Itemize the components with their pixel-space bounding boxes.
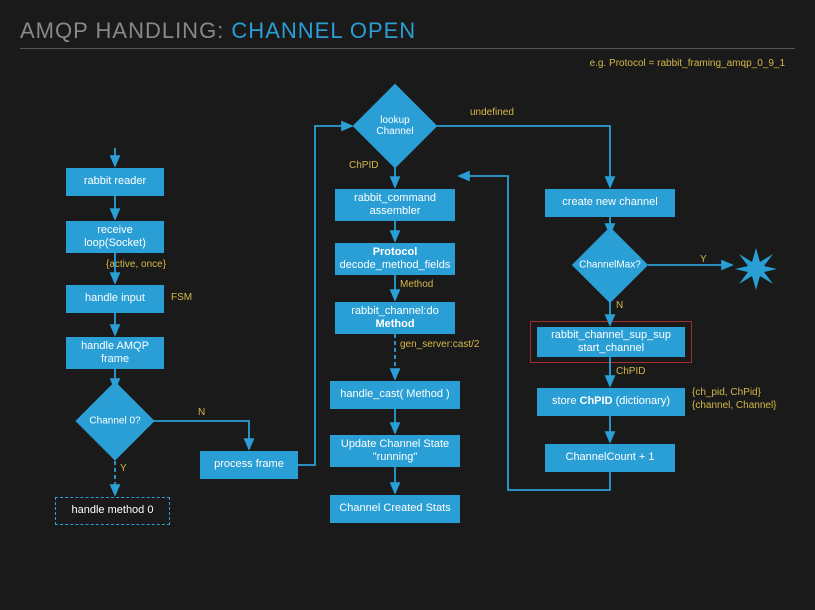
protocol-note: e.g. Protocol = rabbit_framing_amqp_0_9_… [590, 58, 785, 69]
label-method: Method [400, 279, 433, 290]
label-dict-note: {ch_pid, ChPid}{channel, Channel} [692, 386, 777, 412]
node-handle-amqp: handle AMQP frame [66, 337, 164, 369]
node-sup-sup: rabbit_channel_sup_sup start_channel [537, 327, 685, 357]
label-n-col3: N [616, 300, 623, 311]
channel0-label: Channel 0? [89, 416, 140, 427]
starburst-icon [735, 248, 777, 295]
lookup-channel-label: lookup Channel [365, 115, 425, 137]
page-title: AMQP HANDLING: CHANNEL OPEN [20, 18, 416, 44]
node-rabbit-channel-do: rabbit_channel:doMethod [335, 302, 455, 334]
label-chpid-col2: ChPID [349, 160, 378, 171]
node-handle-input: handle input [66, 285, 164, 313]
label-fsm: FSM [171, 292, 192, 303]
node-channel-count: ChannelCount + 1 [545, 444, 675, 472]
node-update-state: Update Channel State "running" [330, 435, 460, 467]
node-store-chpid: store ChPID (dictionary) [537, 388, 685, 416]
label-active-once: {active, once} [106, 259, 166, 270]
flowchart-canvas: rabbit reader receive loop(Socket) {acti… [0, 70, 815, 610]
node-protocol-decode: Protocoldecode_method_fields [335, 243, 455, 275]
node-handle-method-0: handle method 0 [55, 497, 170, 525]
node-channel-created-stats: Channel Created Stats [330, 495, 460, 523]
node-rabbit-reader: rabbit reader [66, 168, 164, 196]
node-rabbit-command-assembler: rabbit_command assembler [335, 189, 455, 221]
label-gen-server-cast: gen_server:cast/2 [400, 339, 480, 350]
title-divider [20, 48, 795, 49]
channel-max-label: ChannelMax? [579, 260, 641, 271]
node-create-new-channel: create new channel [545, 189, 675, 217]
node-handle-cast: handle_cast( Method ) [330, 381, 460, 409]
label-n-col1: N [198, 407, 205, 418]
node-receive-loop: receive loop(Socket) [66, 221, 164, 253]
protocol-decode-text: decode_method_fields [340, 259, 451, 271]
label-undefined: undefined [470, 107, 514, 118]
title-part1: AMQP HANDLING: [20, 18, 231, 43]
label-y-col1: Y [120, 463, 127, 474]
label-y-col3: Y [700, 254, 707, 265]
title-part2: CHANNEL OPEN [231, 18, 416, 43]
label-chpid-col3: ChPID [616, 366, 645, 377]
node-process-frame: process frame [200, 451, 298, 479]
